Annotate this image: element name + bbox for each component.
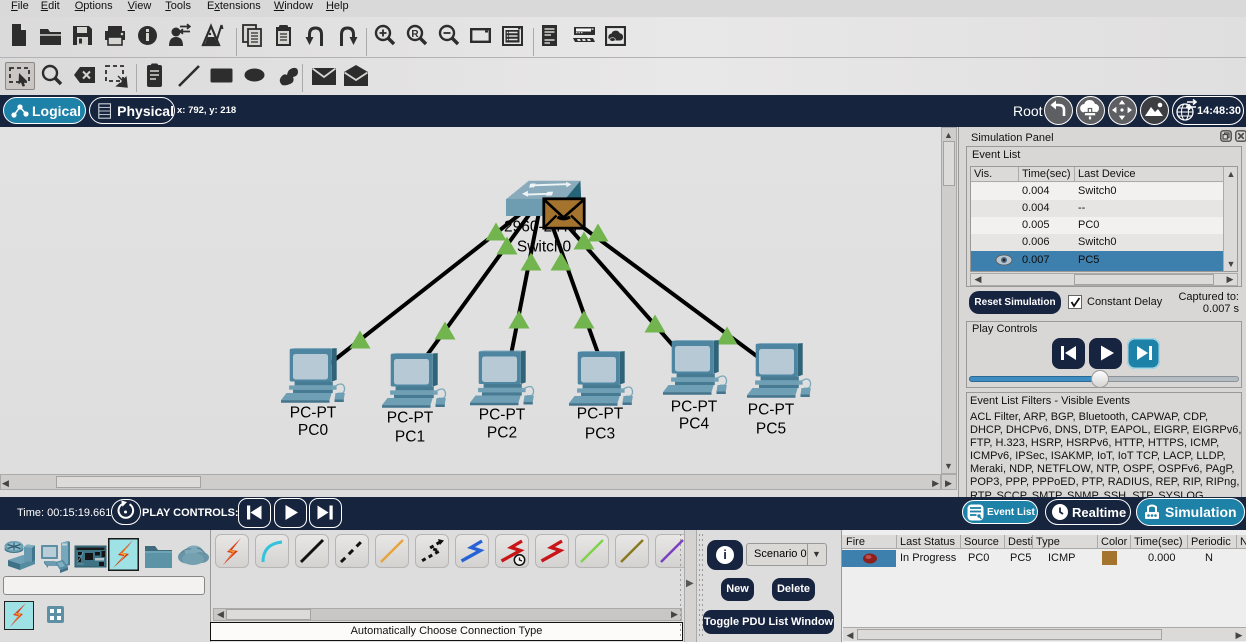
svg-text:PC5: PC5 [756, 421, 786, 438]
svg-text:PC2: PC2 [487, 425, 517, 442]
svg-text:PC-PT: PC-PT [387, 410, 434, 427]
svg-text:PC1: PC1 [395, 429, 425, 446]
svg-text:PC-PT: PC-PT [671, 399, 718, 416]
svg-text:PC-PT: PC-PT [479, 407, 526, 424]
svg-text:PC4: PC4 [679, 416, 710, 433]
svg-text:Switch0: Switch0 [517, 239, 572, 256]
svg-text:PC-PT: PC-PT [577, 406, 624, 423]
svg-text:PC0: PC0 [298, 422, 329, 439]
svg-text:PC-PT: PC-PT [748, 402, 795, 419]
svg-text:R: R [411, 29, 419, 40]
svg-text:PC-PT: PC-PT [290, 405, 337, 422]
svg-text:PC3: PC3 [585, 426, 615, 443]
